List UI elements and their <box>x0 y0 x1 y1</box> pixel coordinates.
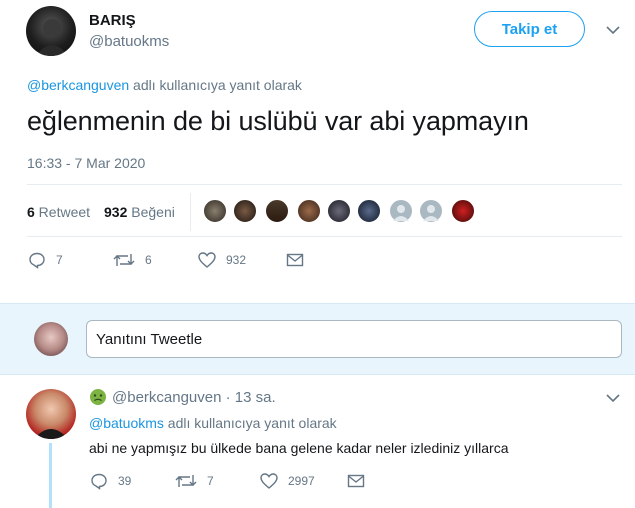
like-count-action: 2997 <box>288 474 315 488</box>
reply-to-link[interactable]: @berkcanguven <box>27 77 129 93</box>
retweet-icon <box>175 475 197 487</box>
dm-icon[interactable] <box>347 473 365 489</box>
reply-count: 7 <box>56 253 63 267</box>
reply-icon <box>91 473 107 490</box>
emoji-sick-icon <box>90 389 106 405</box>
reply-author-handle[interactable]: @berkcanguven <box>112 389 221 406</box>
stats-separator <box>190 193 191 231</box>
reply-to-link[interactable]: @batuokms <box>89 415 164 431</box>
liker-avatar[interactable] <box>297 199 321 223</box>
like-icon <box>260 473 278 489</box>
reply-time[interactable]: · 13 sa. <box>221 389 276 406</box>
tweet-timestamp[interactable]: 16:33 - 7 Mar 2020 <box>27 155 145 171</box>
reply-context: @batuokms adlı kullanıcıya yanıt olarak <box>89 415 337 431</box>
chevron-down-icon[interactable] <box>606 393 620 403</box>
current-user-avatar[interactable] <box>34 322 68 356</box>
reply-author-avatar[interactable] <box>26 389 76 439</box>
reply-input[interactable]: Yanıtını Tweetle <box>86 320 622 358</box>
reply-action[interactable]: 7 <box>28 251 63 269</box>
retweet-stat[interactable]: 6 Retweet <box>27 204 90 220</box>
like-count-action: 932 <box>226 253 247 267</box>
follow-button[interactable]: Takip et <box>474 11 585 47</box>
retweet-icon <box>113 254 135 266</box>
retweet-action[interactable]: 6 <box>113 251 152 269</box>
reply-meta: @berkcanguven · 13 sa. <box>112 389 276 406</box>
retweet-action[interactable]: 7 <box>175 472 214 490</box>
author-name[interactable]: BARIŞ <box>89 12 136 29</box>
chevron-down-icon[interactable] <box>606 25 620 35</box>
author-handle[interactable]: @batuokms <box>89 33 169 50</box>
reply-context-label: adlı kullanıcıya yanıt olarak <box>163 415 337 431</box>
reply-icon <box>29 252 45 269</box>
reply-text: abi ne yapmışız bu ülkede bana gelene ka… <box>89 440 509 456</box>
like-action[interactable]: 932 <box>198 251 246 269</box>
retweet-stat-label: Retweet <box>34 204 91 220</box>
like-count: 932 <box>104 204 128 220</box>
reply-context-label: adlı kullanıcıya yanıt olarak <box>129 77 302 93</box>
like-stat-label: Beğeni <box>127 204 175 220</box>
liker-avatar-default[interactable] <box>419 199 443 223</box>
liker-avatar[interactable] <box>327 199 351 223</box>
dm-icon[interactable] <box>286 252 304 268</box>
like-icon <box>198 252 216 268</box>
liker-avatar[interactable] <box>451 199 475 223</box>
reply-input-placeholder: Yanıtını Tweetle <box>96 330 203 348</box>
liker-avatar-default[interactable] <box>389 199 413 223</box>
liker-avatar[interactable] <box>233 199 257 223</box>
retweet-count: 6 <box>145 253 152 267</box>
like-action[interactable]: 2997 <box>260 472 315 490</box>
retweet-count: 7 <box>207 474 214 488</box>
liker-avatar[interactable] <box>357 199 381 223</box>
reply-context: @berkcanguven adlı kullanıcıya yanıt ola… <box>27 77 302 93</box>
author-avatar[interactable] <box>26 6 76 56</box>
reply-count: 39 <box>118 474 132 488</box>
liker-avatar[interactable] <box>265 199 289 223</box>
thread-line <box>49 443 52 508</box>
like-stat[interactable]: 932 Beğeni <box>104 204 175 220</box>
tweet-text: eğlenmenin de bi uslübü var abi yapmayın <box>27 106 529 136</box>
divider <box>27 184 622 185</box>
retweet-count: 6 <box>27 204 35 220</box>
divider <box>27 236 622 237</box>
reply-action[interactable]: 39 <box>90 472 131 490</box>
liker-avatar[interactable] <box>203 199 227 223</box>
